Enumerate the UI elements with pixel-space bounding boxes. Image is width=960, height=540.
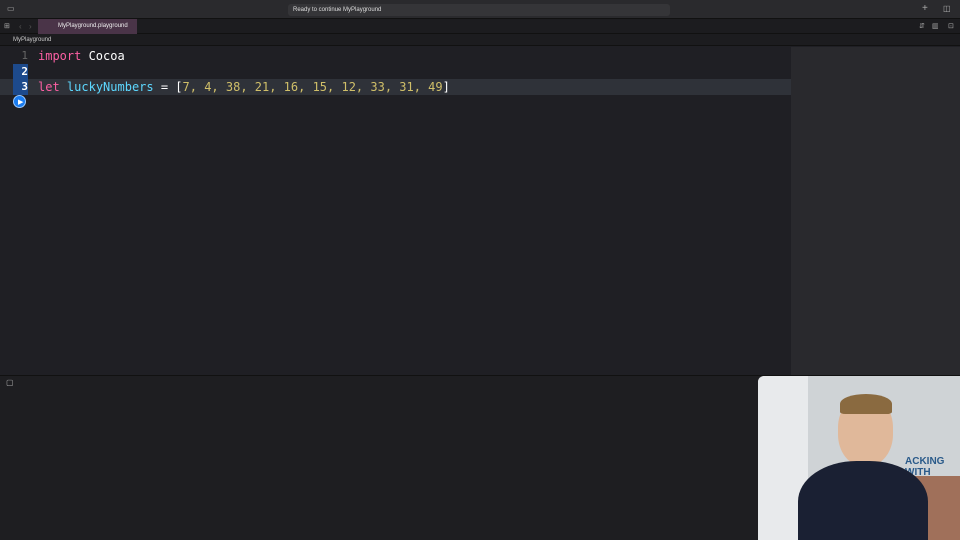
back-icon[interactable]: ‹: [19, 22, 22, 31]
webcam-overlay: ACKING WITH: [758, 376, 960, 540]
keyword: let: [38, 80, 60, 94]
activity-status: Ready to continue MyPlayground: [288, 4, 670, 16]
title-bar: ▭ Ready to continue MyPlayground + ◫: [0, 0, 960, 19]
inspector-toggle-icon[interactable]: ◫: [943, 4, 951, 13]
tab-bar: ⊞ ‹ › MyPlayground.playground ⇵ ▥ ⊡: [0, 19, 960, 34]
code-line-current[interactable]: 3 let luckyNumbers = [7, 4, 38, 21, 16, …: [0, 79, 791, 95]
add-editor-icon[interactable]: ⊡: [948, 22, 954, 30]
tab-label: MyPlayground.playground: [58, 23, 128, 29]
grid-icon[interactable]: ⊞: [4, 22, 10, 30]
adjust-icon[interactable]: ⇵: [919, 22, 925, 30]
results-sidebar: [791, 47, 960, 375]
keyword: import: [38, 49, 82, 63]
line-number: 2: [13, 64, 28, 80]
line-number: 1: [21, 49, 28, 62]
breadcrumb[interactable]: MyPlayground: [0, 34, 960, 46]
console-toggle-icon[interactable]: ▢: [6, 378, 14, 387]
line-number: 3: [13, 79, 28, 95]
operator: = [: [153, 80, 183, 94]
play-icon: ▶: [18, 99, 24, 106]
bracket: ]: [442, 80, 450, 94]
forward-icon[interactable]: ›: [29, 22, 32, 31]
code-editor[interactable]: [0, 47, 791, 375]
run-button[interactable]: ▶: [13, 95, 26, 108]
add-icon[interactable]: +: [922, 3, 928, 14]
code-line[interactable]: 2: [0, 64, 791, 80]
module-name: Cocoa: [81, 49, 125, 63]
identifier: luckyNumbers: [66, 80, 154, 94]
breadcrumb-item[interactable]: MyPlayground: [13, 37, 51, 43]
array-values: 7, 4, 38, 21, 16, 15, 12, 33, 31, 49: [182, 80, 443, 94]
sidebar-toggle-icon[interactable]: ▭: [7, 4, 15, 13]
code-line[interactable]: 1 import Cocoa: [0, 48, 791, 64]
editor-options-icon[interactable]: ▥: [932, 22, 939, 30]
tab-playground[interactable]: MyPlayground.playground: [38, 19, 137, 34]
